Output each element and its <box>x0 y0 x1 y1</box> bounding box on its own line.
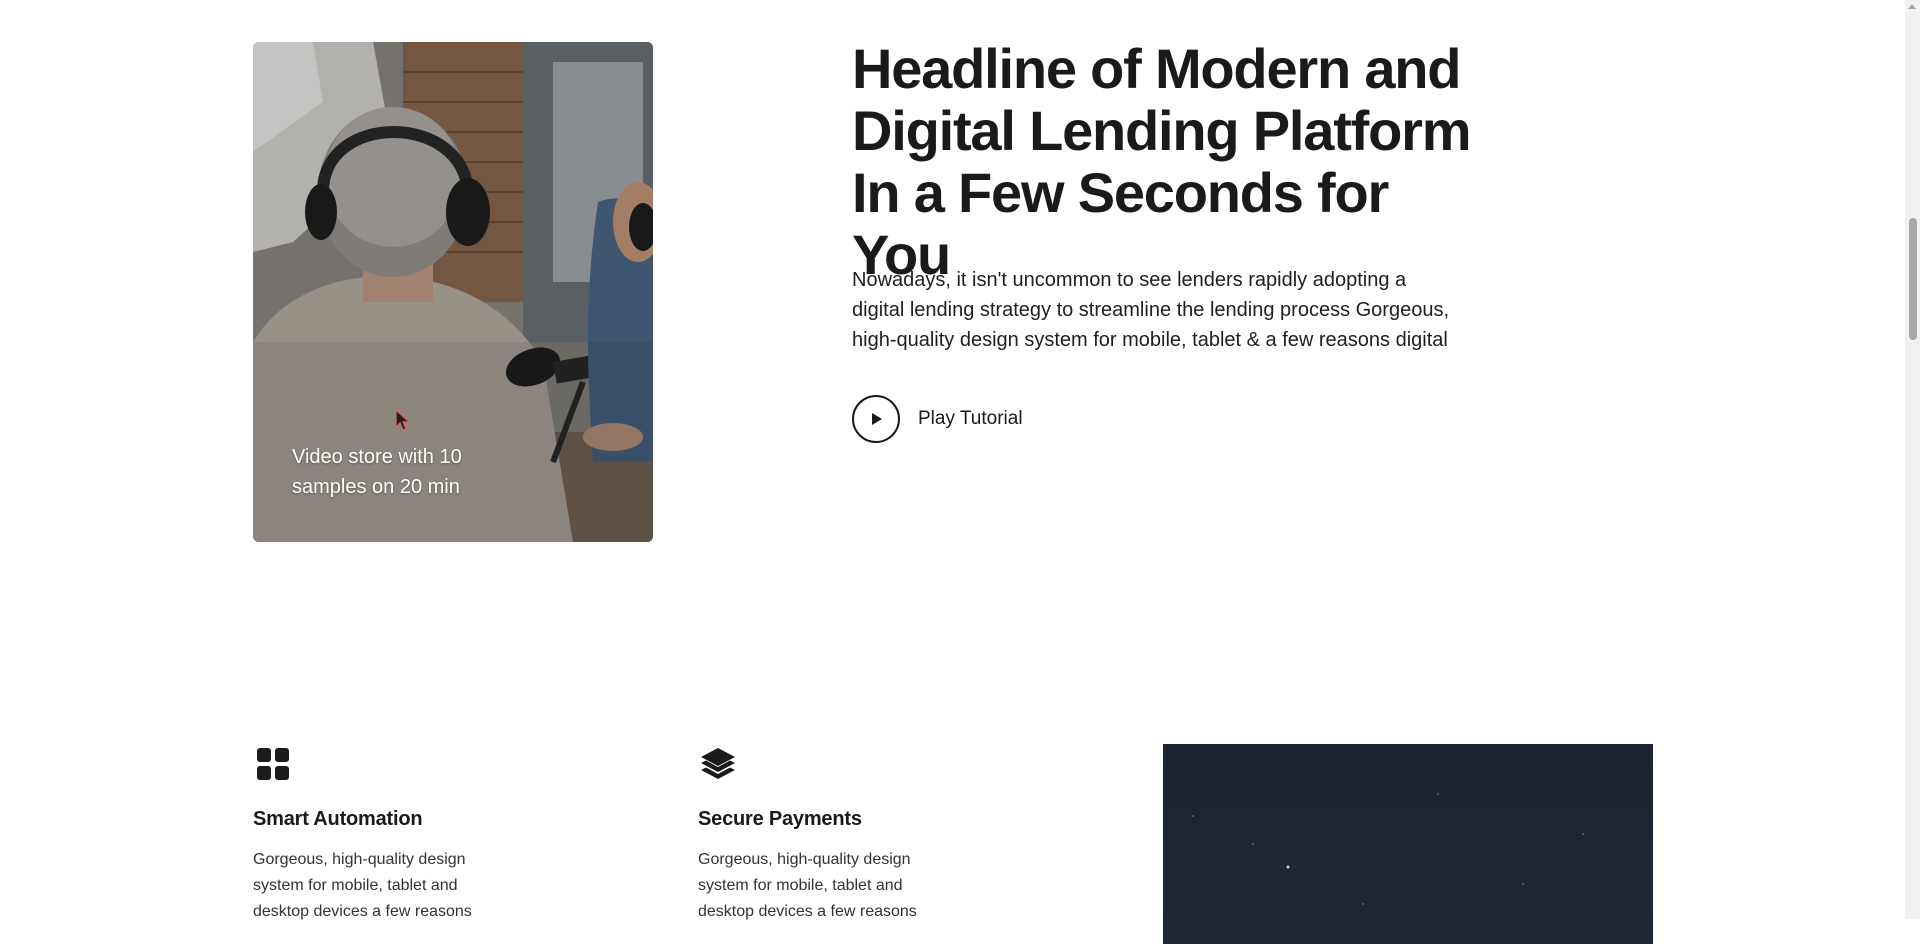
scroll-thumb[interactable] <box>1909 218 1917 340</box>
feature-secure-payments: Secure Payments Gorgeous, high-quality d… <box>698 744 998 925</box>
feature-title: Secure Payments <box>698 808 862 830</box>
video-card[interactable]: Video store with 10 samples on 20 min <box>253 42 653 542</box>
play-circle[interactable] <box>852 395 900 443</box>
play-icon <box>872 413 882 425</box>
page-scrollbar[interactable] <box>1905 0 1920 919</box>
lead-paragraph: Nowadays, it isn't uncommon to see lende… <box>852 269 1450 351</box>
layers-icon <box>701 748 735 779</box>
page-headline: Headline of Modern and Digital Lending P… <box>852 37 1472 286</box>
stars-decoration <box>1192 793 1584 905</box>
feature-text: Gorgeous, high-quality design system for… <box>253 851 472 920</box>
feature-text: Gorgeous, high-quality design system for… <box>698 851 917 920</box>
feature-title: Smart Automation <box>253 808 423 830</box>
feature-smart-automation: Smart Automation Gorgeous, high-quality … <box>253 744 553 925</box>
play-tutorial-label[interactable]: Play Tutorial <box>918 408 1023 430</box>
grid-icon <box>257 748 289 780</box>
mouse-cursor-icon <box>395 409 411 431</box>
scroll-up-arrow-icon[interactable] <box>1908 4 1916 9</box>
play-tutorial-button[interactable]: Play Tutorial <box>852 395 1023 443</box>
video-caption: Video store with 10 samples on 20 min <box>292 446 462 498</box>
night-sky-image <box>1163 744 1653 944</box>
